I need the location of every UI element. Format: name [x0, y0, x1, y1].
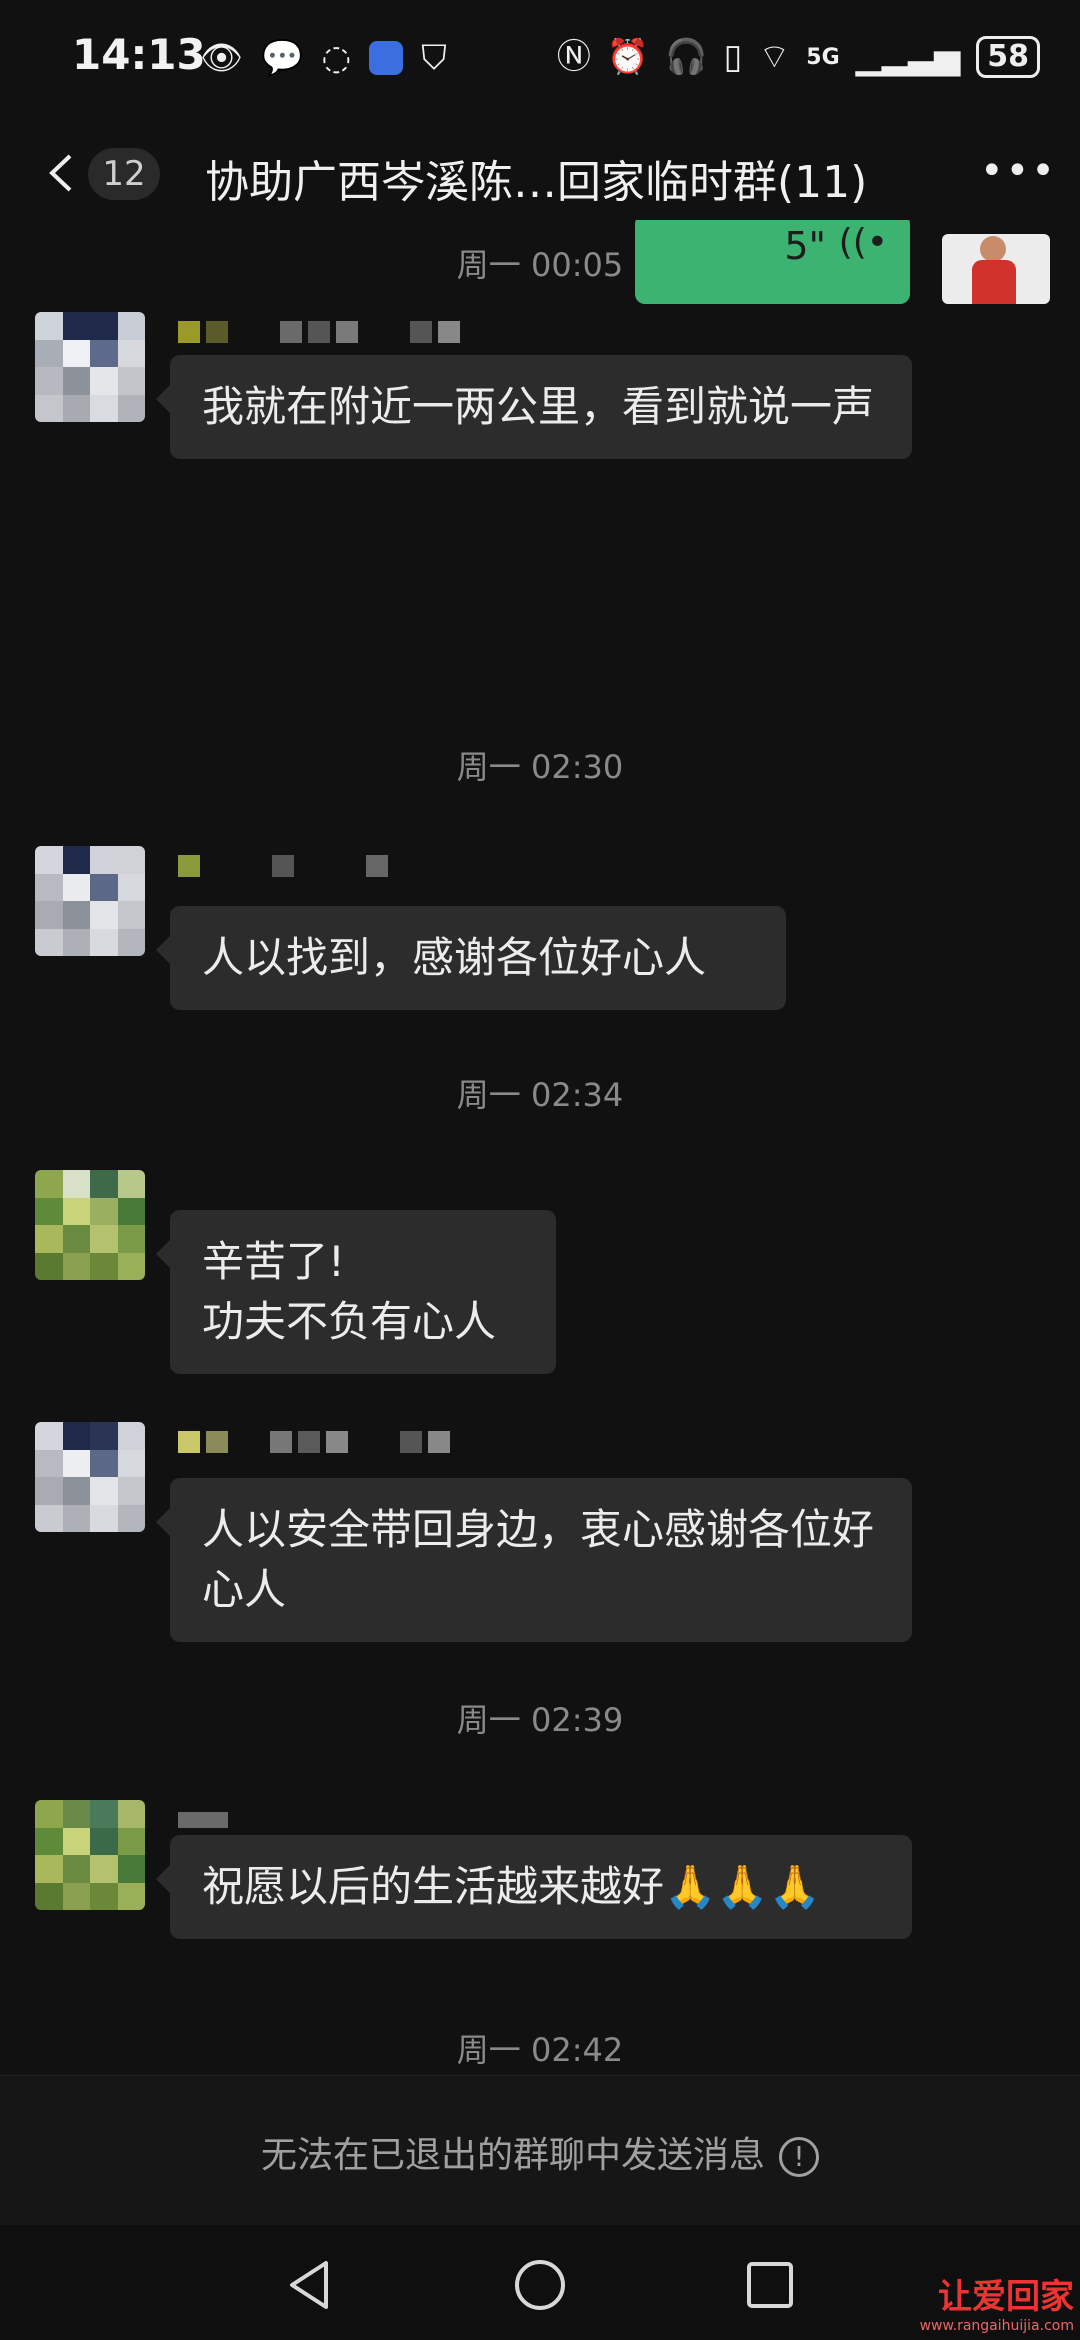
sender-name-redacted	[178, 846, 388, 886]
exited-group-notice: 无法在已退出的群聊中发送消息!	[0, 2126, 1080, 2178]
headphones-icon: 🎧	[665, 37, 708, 77]
notification-icons: 👁 💬 ◌ ⛉	[200, 38, 447, 78]
clock: 14:13	[72, 30, 206, 79]
message-bubble[interactable]: 辛苦了! 功夫不负有心人	[156, 1210, 556, 1374]
nav-recents-icon[interactable]	[740, 2255, 800, 2315]
chat-bubble-icon: 💬	[261, 38, 304, 78]
message-bubble[interactable]: 祝愿以后的生活越来越好🙏🙏🙏	[156, 1835, 912, 1939]
sender-name-redacted	[178, 312, 460, 352]
avatar[interactable]	[35, 1800, 145, 1910]
avatar[interactable]	[35, 1422, 145, 1532]
status-bar: 14:13 👁 💬 ◌ ⛉ Ⓝ ⏰ 🎧 ▯ ⌔ 5G ▁▂▃▅ 58	[0, 0, 1080, 120]
back-arrow-icon[interactable]	[40, 148, 90, 198]
unread-count-badge[interactable]: 12	[88, 148, 160, 200]
message-line: 功夫不负有心人	[202, 1297, 497, 1346]
avatar[interactable]	[35, 312, 145, 422]
nav-home-icon[interactable]	[510, 2255, 570, 2315]
message-bubble[interactable]: 我就在附近一两公里，看到就说一声	[156, 355, 912, 459]
chat-title: 协助广西岑溪陈…回家临时群(11)	[205, 157, 868, 208]
avatar[interactable]	[35, 846, 145, 956]
sender-name-redacted	[178, 1422, 450, 1462]
shield-check-icon: ⛉	[421, 38, 447, 78]
watermark-url: www.rangaihuijia.com	[919, 2318, 1074, 2334]
watermark-brand: 让爱回家	[938, 2277, 1074, 2317]
sender-name-redacted	[178, 1800, 228, 1840]
timestamp: 周一 02:34	[456, 1076, 624, 1114]
nav-back-icon[interactable]	[280, 2255, 340, 2315]
system-navigation-bar: 让爱回家 www.rangaihuijia.com	[0, 2225, 1080, 2340]
input-disabled-bar: 无法在已退出的群聊中发送消息!	[0, 2075, 1080, 2226]
avatar[interactable]	[35, 1170, 145, 1280]
timestamp: 周一 02:39	[456, 1701, 624, 1739]
timestamp: 周一 02:42	[456, 2031, 624, 2069]
signal-bars-icon: ▁▂▃▅	[855, 37, 961, 77]
info-icon[interactable]: !	[779, 2137, 819, 2177]
message-line: 辛苦了!	[202, 1237, 345, 1286]
message-bubble[interactable]: 人以找到，感谢各位好心人	[156, 906, 786, 1010]
system-icons: Ⓝ ⏰ 🎧 ▯ ⌔ 5G ▁▂▃▅ 58	[557, 36, 1040, 78]
cellular-label: 5G	[806, 44, 840, 70]
battery-level: 58	[976, 36, 1040, 78]
nfc-icon: Ⓝ	[556, 37, 591, 77]
wechat-icon: ◌	[321, 38, 352, 78]
watermark-logo: 让爱回家 www.rangaihuijia.com	[920, 2269, 1074, 2334]
eye-icon: 👁	[200, 38, 244, 78]
alarm-icon: ⏰	[606, 37, 650, 77]
timestamp: 周一 00:05	[456, 246, 624, 284]
message-bubble[interactable]: 人以安全带回身边，衷心感谢各位好心人	[156, 1478, 912, 1642]
notice-text: 无法在已退出的群聊中发送消息	[260, 2135, 765, 2176]
app-notification-icon	[369, 41, 404, 75]
vibrate-icon: ▯	[723, 37, 743, 77]
timestamp: 周一 02:30	[456, 748, 624, 786]
more-options-icon[interactable]: •••	[980, 151, 1055, 196]
message-list[interactable]: 5" ((• 周一 00:05 我就在附近一两公里，看到就说一声 周一 02:3…	[0, 220, 1080, 2070]
wifi-icon: ⌔	[758, 37, 791, 77]
chat-header: 12 协助广西岑溪陈…回家临时群(11) •••	[0, 130, 1080, 220]
